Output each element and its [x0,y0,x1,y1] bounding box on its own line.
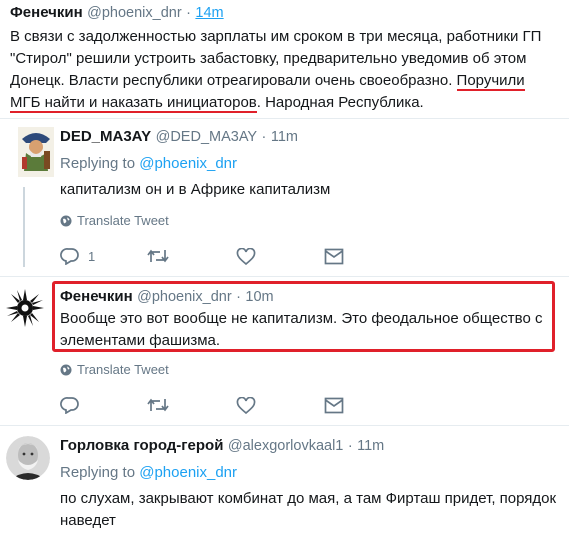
tweet-line: В связи с задолженностью зарплаты им сро… [10,28,542,45]
replying-label: Replying to [60,155,140,172]
avatar-image [4,287,46,329]
like-button[interactable] [236,397,256,415]
divider [0,276,569,277]
divider [0,118,569,119]
like-icon [236,397,256,415]
author-handle[interactable]: @alexgorlovkaal1 [228,438,343,454]
separator: · [186,5,191,21]
like-button[interactable] [236,248,256,266]
translate-tweet-link[interactable]: Translate Tweet [60,213,169,228]
retweet-button[interactable] [147,397,169,413]
replying-handle-link[interactable]: @phoenix_dnr [139,155,237,172]
direct-message-button[interactable] [324,397,344,414]
divider [0,425,569,426]
reply-button[interactable] [60,396,80,414]
text-segment: . Народная Республика. [256,94,424,111]
timestamp-link[interactable]: 10m [245,289,273,305]
separator: · [261,129,267,145]
author-name[interactable]: DED_MA3AY [60,128,151,145]
retweet-icon [147,398,169,412]
tweet-line: наведет [60,512,116,529]
underlined-text: Поручили [456,72,525,91]
replying-to: Replying to @phoenix_dnr [60,155,237,172]
tweet-line: элементами фашизма. [60,332,221,349]
like-icon [236,248,256,266]
reply-icon [60,397,79,414]
reply-icon [60,248,79,265]
replying-handle-link[interactable]: @phoenix_dnr [139,464,237,481]
globe-icon [60,215,72,226]
author-name[interactable]: Фенечкин [10,4,83,21]
tweet-body: капитализм он и в Африке капитализм [60,181,331,198]
tweet-line: МГБ найти и наказать инициаторов. Народн… [10,92,565,114]
tweet-line: Вообще это вот вообще не капитализм. Это… [60,310,543,327]
avatar-image [6,436,50,480]
author-name[interactable]: Фенечкин [60,288,133,305]
avatar-image [18,127,54,177]
tweet-line: по слухам, закрывают комбинат до мая, а … [60,490,557,507]
tweet-header: Горловка город-герой @alexgorlovkaal1 · … [60,437,384,455]
translate-label: Translate Tweet [77,362,169,377]
replying-label: Replying to [60,464,140,481]
timestamp-link[interactable]: 11m [357,438,384,454]
separator: · [236,289,241,305]
author-handle[interactable]: @DED_MA3AY [156,129,257,145]
avatar[interactable] [4,287,46,329]
author-handle[interactable]: @phoenix_dnr [137,289,232,305]
tweet-line: Донецк. Власти республики отреагировали … [10,70,565,92]
retweet-button[interactable] [147,248,169,264]
reply-count: 1 [88,248,96,264]
avatar[interactable] [6,436,50,480]
separator: · [347,438,353,454]
tweet-body: В связи с задолженностью зарплаты им сро… [10,26,565,114]
text-segment: Донецк. Власти республики отреагировали … [10,72,457,89]
tweet-line: "Стирол" решили устроить забастовку, пре… [10,50,527,67]
replying-to: Replying to @phoenix_dnr [60,464,237,481]
thread-line [23,187,25,267]
author-name[interactable]: Горловка город-герой [60,437,223,454]
reply-button[interactable]: 1 [60,247,95,265]
author-handle[interactable]: @phoenix_dnr [87,5,182,21]
timestamp-link[interactable]: 14m [195,5,223,21]
avatar[interactable] [18,127,54,177]
dm-icon [324,397,344,414]
tweet-header: Фенечкин @phoenix_dnr · 14m [10,4,224,22]
tweet-body: по слухам, закрывают комбинат до мая, а … [60,488,565,532]
globe-icon [60,364,72,375]
translate-label: Translate Tweet [77,213,169,228]
tweet-body: Вообще это вот вообще не капитализм. Это… [60,308,542,352]
retweet-icon [147,249,169,263]
timestamp-link[interactable]: 11m [271,129,298,145]
tweet-header: DED_MA3AY @DED_MA3AY · 11m [60,128,298,146]
underlined-text: МГБ найти и наказать инициаторов [10,94,257,113]
direct-message-button[interactable] [324,248,344,265]
dm-icon [324,248,344,265]
translate-tweet-link[interactable]: Translate Tweet [60,362,169,377]
tweet-header: Фенечкин @phoenix_dnr · 10m [60,288,274,306]
